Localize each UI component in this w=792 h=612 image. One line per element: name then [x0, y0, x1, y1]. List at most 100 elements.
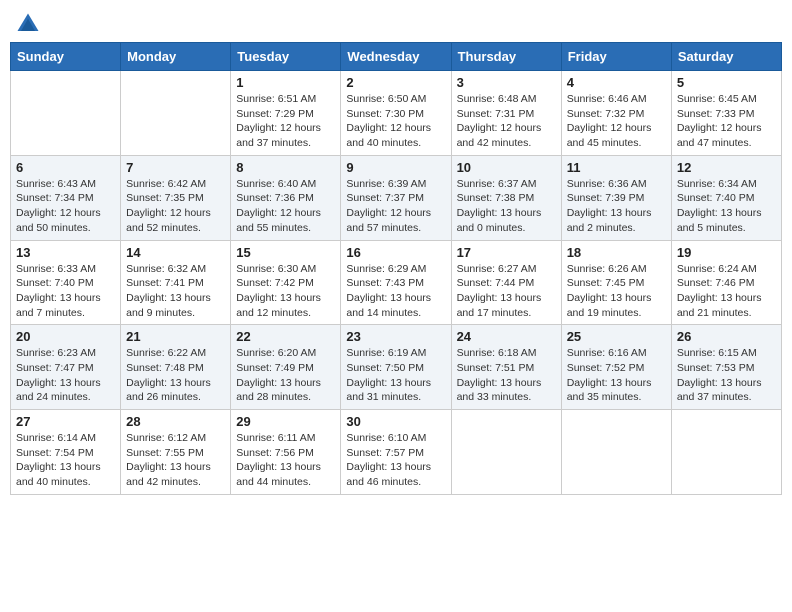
day-info: Sunrise: 6:33 AM Sunset: 7:40 PM Dayligh…	[16, 262, 115, 321]
day-info: Sunrise: 6:24 AM Sunset: 7:46 PM Dayligh…	[677, 262, 776, 321]
calendar-cell: 27 Sunrise: 6:14 AM Sunset: 7:54 PM Dayli…	[11, 410, 121, 495]
logo-icon	[14, 10, 42, 38]
day-info: Sunrise: 6:37 AM Sunset: 7:38 PM Dayligh…	[457, 177, 556, 236]
day-number: 4	[567, 75, 666, 90]
day-info: Sunrise: 6:43 AM Sunset: 7:34 PM Dayligh…	[16, 177, 115, 236]
day-number: 8	[236, 160, 335, 175]
weekday-header-wednesday: Wednesday	[341, 43, 451, 71]
day-number: 29	[236, 414, 335, 429]
day-info: Sunrise: 6:45 AM Sunset: 7:33 PM Dayligh…	[677, 92, 776, 151]
calendar-cell	[121, 71, 231, 156]
calendar-cell: 16Sunrise: 6:29 AM Sunset: 7:43 PM Dayli…	[341, 240, 451, 325]
day-number: 21	[126, 329, 225, 344]
calendar-cell: 3Sunrise: 6:48 AM Sunset: 7:31 PM Daylig…	[451, 71, 561, 156]
calendar-cell: 23 Sunrise: 6:19 AM Sunset: 7:50 PM Dayli…	[341, 325, 451, 410]
day-info: Sunrise: 6:29 AM Sunset: 7:43 PM Dayligh…	[346, 262, 445, 321]
calendar-cell	[451, 410, 561, 495]
weekday-header-monday: Monday	[121, 43, 231, 71]
weekday-header-saturday: Saturday	[671, 43, 781, 71]
calendar-cell: 12 Sunrise: 6:34 AM Sunset: 7:40 PM Dayli…	[671, 155, 781, 240]
calendar-cell: 20 Sunrise: 6:23 AM Sunset: 7:47 PM Dayli…	[11, 325, 121, 410]
calendar-week-2: 6 Sunrise: 6:43 AM Sunset: 7:34 PM Daylig…	[11, 155, 782, 240]
calendar-cell: 11Sunrise: 6:36 AM Sunset: 7:39 PM Dayli…	[561, 155, 671, 240]
day-number: 5	[677, 75, 776, 90]
day-number: 17	[457, 245, 556, 260]
day-number: 9	[346, 160, 445, 175]
calendar-cell	[561, 410, 671, 495]
calendar-cell: 8 Sunrise: 6:40 AM Sunset: 7:36 PM Daylig…	[231, 155, 341, 240]
day-info: Sunrise: 6:10 AM Sunset: 7:57 PM Dayligh…	[346, 431, 445, 490]
day-info: Sunrise: 6:14 AM Sunset: 7:54 PM Dayligh…	[16, 431, 115, 490]
calendar-cell: 10 Sunrise: 6:37 AM Sunset: 7:38 PM Dayli…	[451, 155, 561, 240]
day-number: 10	[457, 160, 556, 175]
calendar-cell: 17 Sunrise: 6:27 AM Sunset: 7:44 PM Dayli…	[451, 240, 561, 325]
logo	[14, 10, 46, 38]
calendar-cell	[671, 410, 781, 495]
calendar-cell: 26Sunrise: 6:15 AM Sunset: 7:53 PM Dayli…	[671, 325, 781, 410]
day-number: 1	[236, 75, 335, 90]
day-number: 12	[677, 160, 776, 175]
calendar-cell: 4Sunrise: 6:46 AM Sunset: 7:32 PM Daylig…	[561, 71, 671, 156]
day-number: 13	[16, 245, 115, 260]
day-number: 22	[236, 329, 335, 344]
day-number: 6	[16, 160, 115, 175]
day-info: Sunrise: 6:22 AM Sunset: 7:48 PM Dayligh…	[126, 346, 225, 405]
calendar-cell: 13 Sunrise: 6:33 AM Sunset: 7:40 PM Dayli…	[11, 240, 121, 325]
weekday-header-tuesday: Tuesday	[231, 43, 341, 71]
calendar-cell: 15 Sunrise: 6:30 AM Sunset: 7:42 PM Dayli…	[231, 240, 341, 325]
day-info: Sunrise: 6:42 AM Sunset: 7:35 PM Dayligh…	[126, 177, 225, 236]
day-info: Sunrise: 6:20 AM Sunset: 7:49 PM Dayligh…	[236, 346, 335, 405]
calendar-cell: 7 Sunrise: 6:42 AM Sunset: 7:35 PM Daylig…	[121, 155, 231, 240]
day-info: Sunrise: 6:39 AM Sunset: 7:37 PM Dayligh…	[346, 177, 445, 236]
day-info: Sunrise: 6:50 AM Sunset: 7:30 PM Dayligh…	[346, 92, 445, 151]
calendar-cell: 1 Sunrise: 6:51 AM Sunset: 7:29 PM Daylig…	[231, 71, 341, 156]
calendar-week-5: 27 Sunrise: 6:14 AM Sunset: 7:54 PM Dayli…	[11, 410, 782, 495]
day-number: 25	[567, 329, 666, 344]
calendar-cell: 6 Sunrise: 6:43 AM Sunset: 7:34 PM Daylig…	[11, 155, 121, 240]
calendar-cell: 24Sunrise: 6:18 AM Sunset: 7:51 PM Dayli…	[451, 325, 561, 410]
day-number: 14	[126, 245, 225, 260]
calendar-cell: 25 Sunrise: 6:16 AM Sunset: 7:52 PM Dayli…	[561, 325, 671, 410]
weekday-header-sunday: Sunday	[11, 43, 121, 71]
day-info: Sunrise: 6:12 AM Sunset: 7:55 PM Dayligh…	[126, 431, 225, 490]
calendar-cell	[11, 71, 121, 156]
day-info: Sunrise: 6:23 AM Sunset: 7:47 PM Dayligh…	[16, 346, 115, 405]
day-info: Sunrise: 6:40 AM Sunset: 7:36 PM Dayligh…	[236, 177, 335, 236]
day-info: Sunrise: 6:34 AM Sunset: 7:40 PM Dayligh…	[677, 177, 776, 236]
day-number: 7	[126, 160, 225, 175]
day-number: 18	[567, 245, 666, 260]
day-info: Sunrise: 6:27 AM Sunset: 7:44 PM Dayligh…	[457, 262, 556, 321]
day-number: 20	[16, 329, 115, 344]
calendar-cell: 21 Sunrise: 6:22 AM Sunset: 7:48 PM Dayli…	[121, 325, 231, 410]
day-info: Sunrise: 6:30 AM Sunset: 7:42 PM Dayligh…	[236, 262, 335, 321]
day-number: 27	[16, 414, 115, 429]
calendar-cell: 29 Sunrise: 6:11 AM Sunset: 7:56 PM Dayli…	[231, 410, 341, 495]
calendar-cell: 22 Sunrise: 6:20 AM Sunset: 7:49 PM Dayli…	[231, 325, 341, 410]
calendar: SundayMondayTuesdayWednesdayThursdayFrid…	[10, 42, 782, 495]
weekday-header-thursday: Thursday	[451, 43, 561, 71]
calendar-cell: 14 Sunrise: 6:32 AM Sunset: 7:41 PM Dayli…	[121, 240, 231, 325]
day-number: 2	[346, 75, 445, 90]
calendar-cell: 9 Sunrise: 6:39 AM Sunset: 7:37 PM Daylig…	[341, 155, 451, 240]
day-info: Sunrise: 6:48 AM Sunset: 7:31 PM Dayligh…	[457, 92, 556, 151]
calendar-cell: 5 Sunrise: 6:45 AM Sunset: 7:33 PM Daylig…	[671, 71, 781, 156]
day-info: Sunrise: 6:11 AM Sunset: 7:56 PM Dayligh…	[236, 431, 335, 490]
calendar-cell: 18 Sunrise: 6:26 AM Sunset: 7:45 PM Dayli…	[561, 240, 671, 325]
day-number: 19	[677, 245, 776, 260]
calendar-cell: 28Sunrise: 6:12 AM Sunset: 7:55 PM Dayli…	[121, 410, 231, 495]
calendar-cell: 19 Sunrise: 6:24 AM Sunset: 7:46 PM Dayli…	[671, 240, 781, 325]
day-info: Sunrise: 6:15 AM Sunset: 7:53 PM Dayligh…	[677, 346, 776, 405]
day-info: Sunrise: 6:32 AM Sunset: 7:41 PM Dayligh…	[126, 262, 225, 321]
weekday-header-friday: Friday	[561, 43, 671, 71]
day-number: 15	[236, 245, 335, 260]
day-number: 30	[346, 414, 445, 429]
day-info: Sunrise: 6:19 AM Sunset: 7:50 PM Dayligh…	[346, 346, 445, 405]
calendar-week-3: 13 Sunrise: 6:33 AM Sunset: 7:40 PM Dayli…	[11, 240, 782, 325]
day-info: Sunrise: 6:51 AM Sunset: 7:29 PM Dayligh…	[236, 92, 335, 151]
day-number: 24	[457, 329, 556, 344]
day-number: 23	[346, 329, 445, 344]
calendar-week-1: 1 Sunrise: 6:51 AM Sunset: 7:29 PM Daylig…	[11, 71, 782, 156]
day-info: Sunrise: 6:26 AM Sunset: 7:45 PM Dayligh…	[567, 262, 666, 321]
day-info: Sunrise: 6:36 AM Sunset: 7:39 PM Dayligh…	[567, 177, 666, 236]
day-info: Sunrise: 6:16 AM Sunset: 7:52 PM Dayligh…	[567, 346, 666, 405]
